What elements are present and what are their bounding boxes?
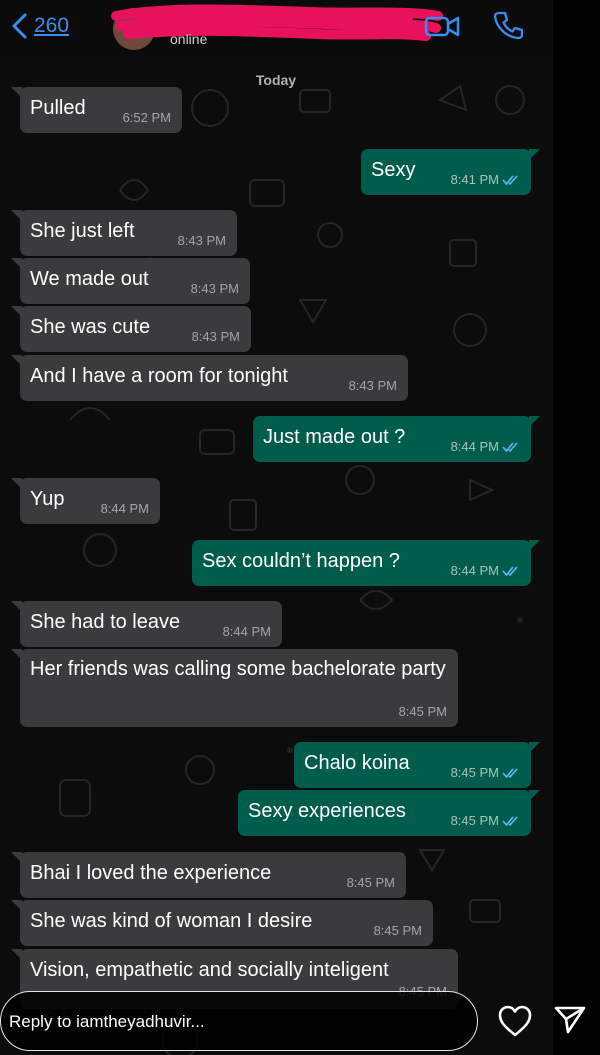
message-time: 6:52 PM	[123, 110, 171, 125]
read-receipt-icon	[502, 441, 518, 452]
timestamp: 8:45 PM	[450, 813, 499, 828]
read-receipt-icon	[502, 767, 518, 778]
message-bubble[interactable]: She was cute 8:43 PM	[11, 306, 251, 352]
message-time: 8:45 PM	[374, 923, 422, 938]
message-text: She was kind of woman I desire	[30, 910, 313, 932]
message-time: 8:43 PM	[191, 281, 239, 296]
read-receipt-icon	[502, 174, 518, 185]
message-bubble[interactable]: Sex couldn’t happen ? 8:44 PM	[192, 540, 540, 586]
message-bubble[interactable]: She just left 8:43 PM	[11, 210, 237, 256]
heart-icon[interactable]	[497, 1004, 533, 1038]
message-bubble[interactable]: She was kind of woman I desire 8:45 PM	[11, 900, 433, 946]
message-bubble[interactable]: Bhai I loved the experience 8:45 PM	[11, 852, 406, 898]
timestamp: 8:44 PM	[100, 501, 149, 516]
right-margin	[553, 0, 600, 990]
message-time: 8:44 PM	[451, 563, 520, 578]
timestamp: 8:44 PM	[450, 439, 499, 454]
message-time: 8:43 PM	[178, 233, 226, 248]
message-time: 8:44 PM	[101, 501, 149, 516]
voice-call-icon[interactable]	[493, 10, 523, 40]
message-text: Chalo koina	[304, 752, 410, 774]
read-receipt-icon	[502, 815, 518, 826]
timestamp: 8:43 PM	[177, 233, 226, 248]
message-time: 8:44 PM	[223, 624, 271, 639]
timestamp: 8:43 PM	[190, 281, 239, 296]
message-time: 8:43 PM	[349, 378, 397, 393]
redaction-scribble	[111, 4, 443, 41]
message-text: And I have a room for tonight	[30, 365, 288, 387]
message-time: 8:45 PM	[451, 765, 520, 780]
message-text: We made out	[30, 268, 149, 290]
timestamp: 8:45 PM	[398, 704, 447, 719]
message-bubble[interactable]: Sexy 8:41 PM	[361, 149, 540, 195]
message-time: 8:45 PM	[451, 813, 520, 828]
message-text: Her friends was calling some bachelorate…	[30, 658, 446, 680]
date-separator: Today	[255, 72, 297, 88]
timestamp: 8:44 PM	[450, 563, 499, 578]
timestamp: 8:43 PM	[348, 378, 397, 393]
message-bubble[interactable]: Just made out ? 8:44 PM	[253, 416, 540, 462]
message-time: 8:45 PM	[399, 704, 447, 719]
chevron-left-icon	[12, 13, 27, 39]
chat-header: 260 online	[0, 0, 553, 56]
message-bubble[interactable]: Her friends was calling some bachelorate…	[11, 649, 458, 727]
message-bubble[interactable]: Chalo koina 8:45 PM	[294, 742, 540, 788]
message-text: Sexy	[371, 159, 416, 181]
message-text: Yup	[30, 488, 65, 510]
message-text: Sex couldn’t happen ?	[202, 550, 400, 572]
message-bubble[interactable]: Sexy experiences 8:45 PM	[238, 790, 540, 836]
message-text: Pulled	[30, 97, 86, 119]
timestamp: 8:41 PM	[450, 172, 499, 187]
timestamp: 8:43 PM	[191, 329, 240, 344]
message-bubble[interactable]: We made out 8:43 PM	[11, 258, 250, 304]
message-bubble[interactable]: And I have a room for tonight 8:43 PM	[11, 355, 408, 401]
reply-placeholder: Reply to iamtheyadhuvir...	[9, 1012, 205, 1031]
timestamp: 8:44 PM	[222, 624, 271, 639]
message-time: 8:41 PM	[451, 172, 520, 187]
message-text: She was cute	[30, 316, 151, 338]
chat-screen: 260 online Today Pulled 6:52 PM Sexy 8:4…	[0, 0, 553, 1055]
reply-input[interactable]: Reply to iamtheyadhuvir...	[0, 991, 478, 1051]
message-text: She had to leave	[30, 611, 181, 633]
back-button[interactable]: 260	[10, 8, 69, 44]
message-time: 8:43 PM	[192, 329, 240, 344]
timestamp: 6:52 PM	[122, 110, 171, 125]
message-bubble[interactable]: Pulled 6:52 PM	[11, 87, 182, 133]
message-bubble[interactable]: Yup 8:44 PM	[11, 478, 160, 524]
timestamp: 8:45 PM	[346, 875, 395, 890]
message-text: Bhai I loved the experience	[30, 862, 272, 884]
contact-status: online	[170, 31, 208, 47]
message-bubble[interactable]: She had to leave 8:44 PM	[11, 601, 282, 647]
send-icon[interactable]	[553, 1005, 587, 1035]
message-time: 8:44 PM	[451, 439, 520, 454]
timestamp: 8:45 PM	[373, 923, 422, 938]
video-call-icon[interactable]	[424, 12, 462, 40]
read-receipt-icon	[502, 565, 518, 576]
timestamp: 8:45 PM	[450, 765, 499, 780]
message-time: 8:45 PM	[347, 875, 395, 890]
message-text: Just made out ?	[263, 426, 406, 448]
message-text: Sexy experiences	[248, 800, 406, 822]
message-text: Vision, empathetic and socially intelige…	[30, 959, 389, 981]
message-text: She just left	[30, 220, 135, 242]
unread-count[interactable]: 260	[34, 14, 69, 38]
